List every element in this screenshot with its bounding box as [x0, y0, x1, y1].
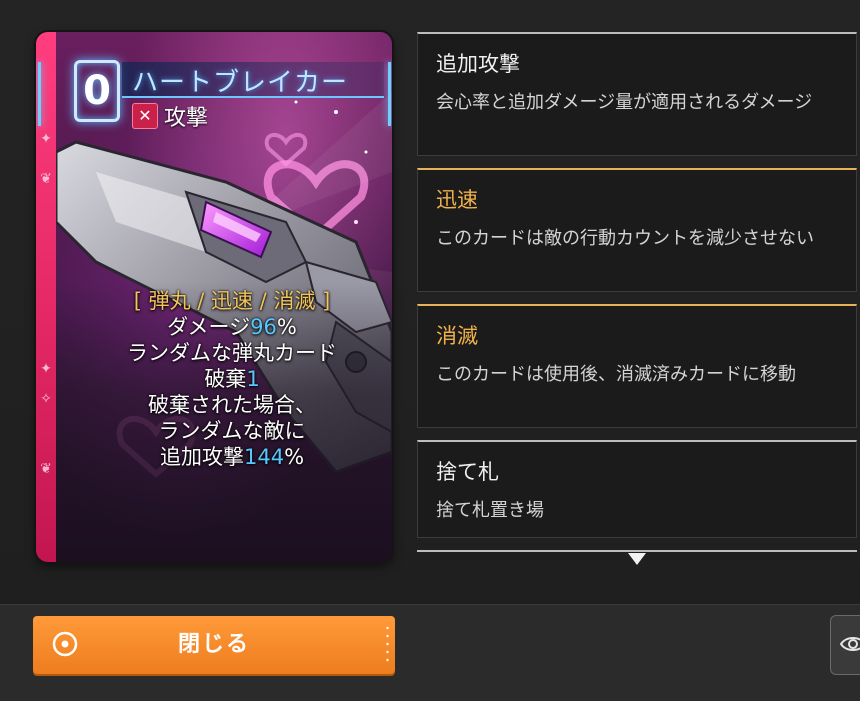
card-cost: 0 — [74, 60, 120, 122]
damage-unit: % — [276, 315, 297, 339]
card-random-line: ランダムな弾丸カード — [127, 341, 337, 365]
eye-icon — [839, 637, 860, 651]
list-end-divider — [417, 550, 857, 552]
card-condition-line: 破棄された場合、 — [148, 393, 316, 417]
card-damage-line: ダメージ96% — [72, 314, 392, 340]
card-description: [ 弾丸 / 迅速 / 消滅 ] ダメージ96% ランダムな弾丸カード 破棄1 … — [72, 288, 392, 470]
card[interactable]: ✦ ❦ ✦ ✧ ❦ 0 ハートブレイカー ✕ 攻撃 [弾丸 / 迅速 / 消滅… — [36, 32, 392, 562]
keyword-title: 捨て札 — [436, 460, 499, 484]
card-discard-line: 破棄1 — [72, 366, 392, 392]
extra-value: 144 — [243, 445, 285, 469]
keyword-list[interactable]: 追加攻撃 会心率と追加ダメージ量が適用されるダメージ 迅速 このカードは敵の行動… — [417, 32, 860, 560]
keyword-title: 迅速 — [436, 188, 478, 212]
sparkle-icon: ✦ — [40, 131, 52, 147]
scroll-down-arrow-icon[interactable] — [628, 553, 646, 565]
close-button[interactable]: 閉じる — [33, 616, 395, 674]
view-toggle-button[interactable] — [830, 615, 860, 675]
sparkle-icon: ❦ — [40, 461, 52, 477]
keyword-panel: 消滅 このカードは使用後、消滅済みカードに移動 — [417, 304, 857, 428]
card-cost-value: 0 — [83, 68, 111, 114]
sparkle-icon: ✧ — [40, 391, 52, 407]
keyword-panel: 追加攻撃 会心率と追加ダメージ量が適用されるダメージ — [417, 32, 857, 156]
card-extra-line: 追加攻撃144% — [72, 444, 392, 470]
keyword-description: このカードは使用後、消滅済みカードに移動 — [436, 364, 796, 385]
keyword-title: 追加攻撃 — [436, 52, 520, 76]
sparkle-icon: ✦ — [40, 361, 52, 377]
keyword-title: 消滅 — [436, 324, 478, 348]
discard-value: 1 — [246, 367, 260, 391]
card-title: ハートブレイカー — [132, 68, 349, 98]
keyword-panel: 迅速 このカードは敵の行動カウントを減少させない — [417, 168, 857, 292]
close-button-label: 閉じる — [177, 632, 250, 657]
keyword-description: 捨て札置き場 — [436, 500, 544, 521]
card-type-label: 攻撃 — [164, 106, 209, 131]
card-type: ✕ 攻撃 — [132, 102, 209, 131]
sparkle-icon: ❦ — [40, 171, 52, 187]
extra-label: 追加攻撃 — [159, 445, 244, 469]
grip-dots-icon — [386, 624, 389, 666]
card-glow-edge — [388, 62, 391, 126]
damage-label: ダメージ — [167, 315, 251, 339]
card-tags: [ 弾丸 / 迅速 / 消滅 ] — [133, 289, 331, 313]
damage-value: 96 — [250, 315, 277, 339]
discard-label: 破棄 — [204, 367, 247, 391]
keyword-panel: 捨て札 捨て札置き場 — [417, 440, 857, 538]
crossed-swords-icon: ✕ — [132, 103, 158, 129]
card-target-line: ランダムな敵に — [158, 419, 306, 443]
extra-unit: % — [284, 445, 305, 469]
keyword-description: このカードは敵の行動カウントを減少させない — [436, 228, 814, 249]
keyword-description: 会心率と追加ダメージ量が適用されるダメージ — [436, 92, 813, 113]
card-glow-edge — [38, 62, 41, 126]
